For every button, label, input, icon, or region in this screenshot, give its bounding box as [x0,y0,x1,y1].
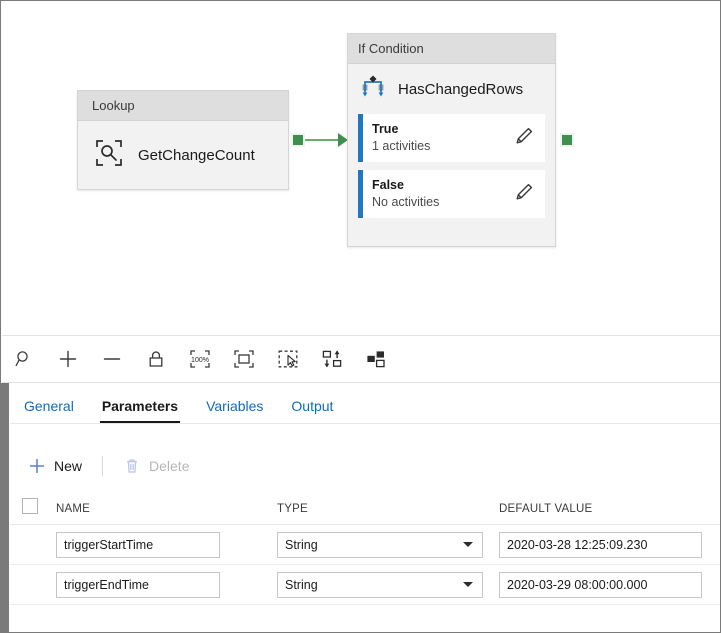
delete-parameter-button[interactable]: Delete [113,452,199,480]
svg-text:100%: 100% [191,357,209,364]
parameter-type-select[interactable]: String [277,532,483,558]
tab-variables[interactable]: Variables [192,398,277,423]
if-branch-true[interactable]: True 1 activities [358,114,545,162]
plus-icon [28,457,46,475]
new-parameter-button[interactable]: New [18,452,92,480]
row-type-cell: String [275,572,497,598]
zoom-in-button[interactable] [46,336,90,382]
if-branch-false[interactable]: False No activities [358,170,545,218]
if-node-name: HasChangedRows [398,81,523,98]
delete-parameter-label: Delete [149,458,189,474]
branch-condition-icon [360,74,386,105]
tab-parameters[interactable]: Parameters [88,398,192,423]
column-header-name: NAME [53,503,275,515]
parameter-name-input[interactable] [56,572,220,598]
row-default-value-cell [497,532,721,558]
parameters-table: NAME TYPE DEFAULT VALUE String [10,493,721,605]
table-row[interactable]: String [10,565,721,605]
row-default-value-cell [497,572,721,598]
lock-canvas-button[interactable] [134,336,178,382]
trash-icon [123,457,141,475]
column-header-default-value: DEFAULT VALUE [497,503,721,515]
lookup-magnifier-icon [94,138,124,173]
table-row[interactable]: String [10,525,721,565]
pipeline-editor: Lookup GetChangeCount [0,0,721,633]
parameter-default-value-input[interactable] [499,572,702,598]
new-parameter-label: New [54,458,82,474]
pencil-icon[interactable] [513,125,535,152]
auto-align-button[interactable] [310,336,354,382]
tab-output[interactable]: Output [277,398,347,423]
if-branch-true-label: True [372,121,513,137]
if-node-title-row: HasChangedRows [348,64,555,114]
lookup-node-name: GetChangeCount [138,147,255,164]
if-branch-false-label: False [372,177,513,193]
parameter-type-select[interactable]: String [277,572,483,598]
activity-node-if-condition[interactable]: If Condition [347,33,556,247]
canvas-toolbar: 100% [2,335,721,383]
if-branch-false-texts: False No activities [372,177,513,210]
action-separator [102,456,103,476]
lookup-node-body: GetChangeCount [78,121,288,190]
row-type-cell: String [275,532,497,558]
zoom-to-100-button[interactable]: 100% [178,336,222,382]
parameter-name-input[interactable] [56,532,220,558]
row-select-cell [10,577,53,593]
parameter-type-select-wrap: String [277,572,483,598]
if-node-type: If Condition [348,34,555,64]
if-branch-true-texts: True 1 activities [372,121,513,154]
parameters-action-bar: New Delete [10,445,721,487]
connector-input-handle[interactable] [291,133,305,147]
row-name-cell [53,572,275,598]
table-header-row: NAME TYPE DEFAULT VALUE [10,493,721,525]
row-name-cell [53,532,275,558]
zoom-to-fit-button[interactable] [222,336,266,382]
parameter-type-select-wrap: String [277,532,483,558]
pipeline-canvas[interactable]: Lookup GetChangeCount [2,1,721,335]
auto-layout-button[interactable] [354,336,398,382]
zoom-tool-button[interactable] [2,336,46,382]
column-header-type: TYPE [275,503,497,515]
activity-node-lookup[interactable]: Lookup GetChangeCount [77,90,289,190]
if-branch-true-count: 1 activities [372,138,513,155]
select-all-checkbox[interactable] [22,498,38,514]
marquee-select-button[interactable] [266,336,310,382]
select-all-cell [10,498,53,519]
parameter-default-value-input[interactable] [499,532,702,558]
if-branch-false-count: No activities [372,194,513,211]
connector-output-handle[interactable] [560,133,574,147]
vertical-scrollbar[interactable] [1,383,9,633]
pencil-icon[interactable] [513,181,535,208]
properties-tabs: General Parameters Variables Output [10,384,721,424]
row-select-cell [10,537,53,553]
lookup-node-type: Lookup [78,91,288,121]
tab-general[interactable]: General [10,398,88,423]
connector-line [305,139,340,141]
zoom-out-button[interactable] [90,336,134,382]
